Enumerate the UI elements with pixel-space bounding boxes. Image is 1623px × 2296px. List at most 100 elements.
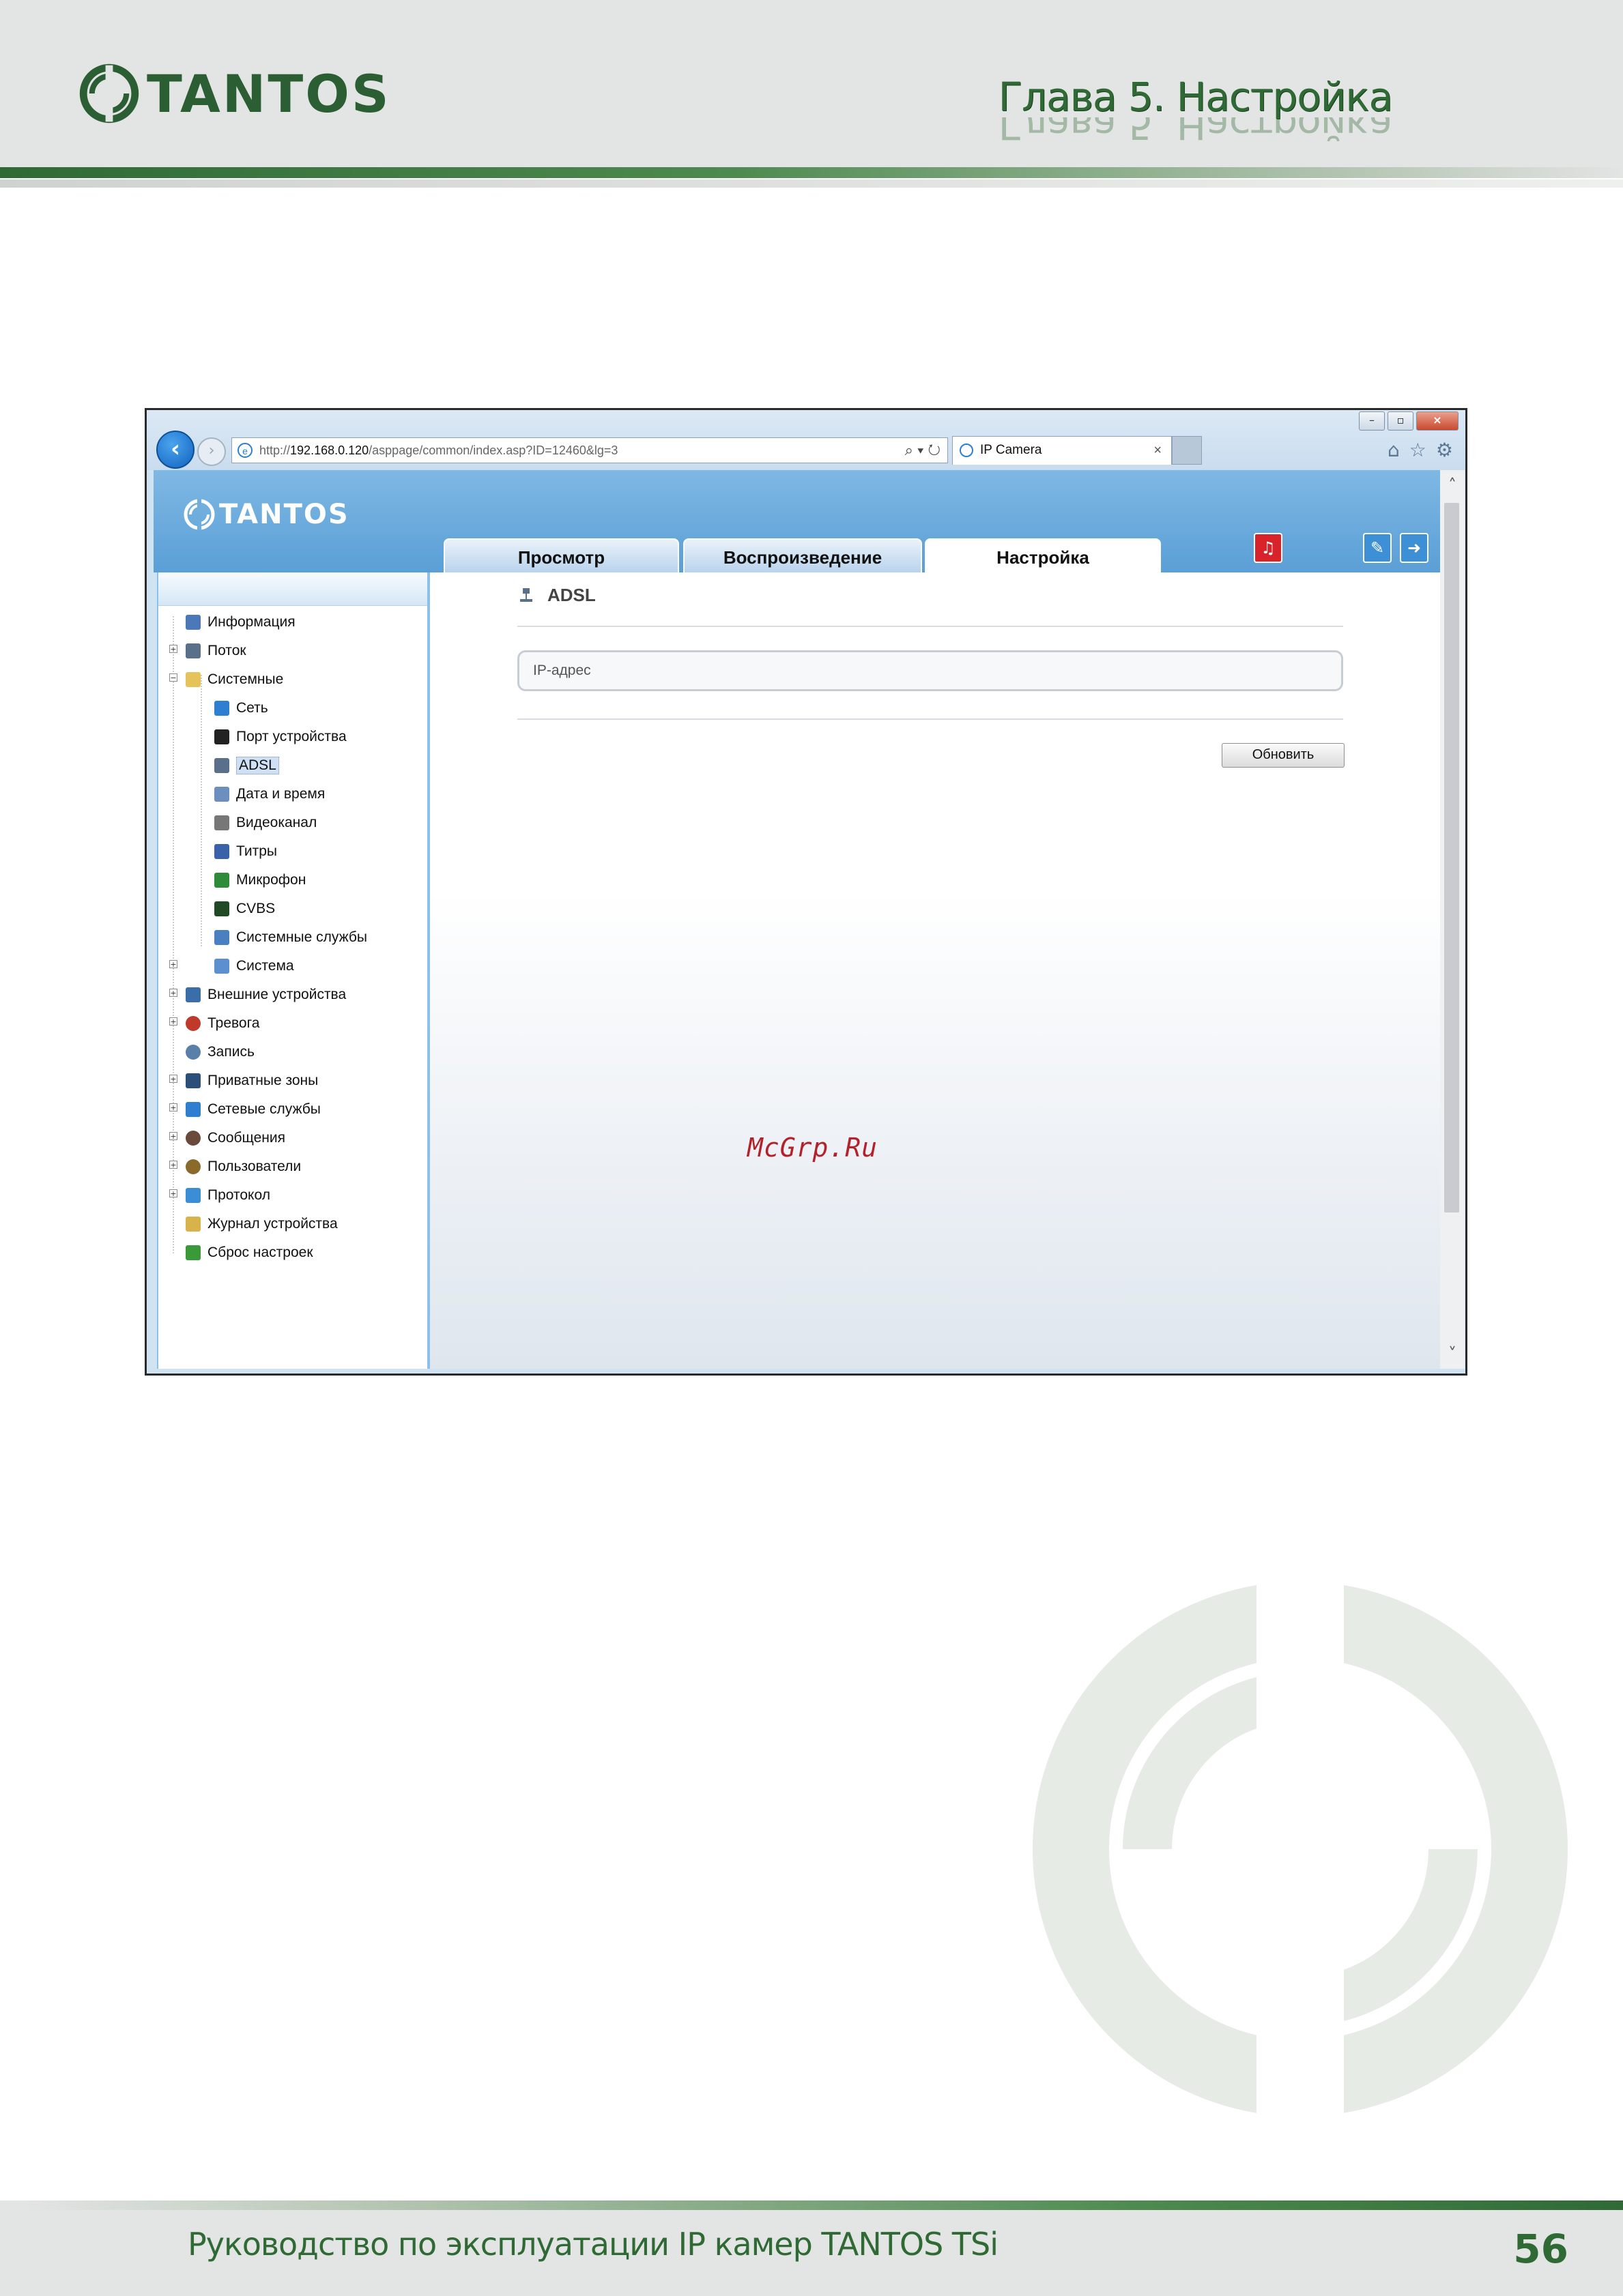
stream-icon [186,643,201,658]
tree-expander[interactable]: + [169,989,177,997]
usb-icon [186,987,201,1002]
settings-tree: + − + + + + + + + + Информация Поток Сис… [157,572,430,1369]
address-bar[interactable]: e http://192.168.0.120/asppage/common/in… [231,437,948,463]
tab-close-icon[interactable]: × [1153,437,1162,464]
tree-item-info[interactable]: Информация [186,612,296,633]
titles-icon [214,844,229,859]
alarm-bell-icon[interactable]: ♫ [1254,533,1282,563]
tab-playback[interactable]: Воспроизведение [683,538,922,572]
ie-page-icon: e [238,443,253,458]
back-arrow-icon[interactable]: ‹ [156,431,195,469]
page-number: 56 [1513,2226,1568,2272]
tree-item-videochannel[interactable]: Видеоканал [214,813,317,833]
lock-icon[interactable]: ✎ [1363,533,1392,563]
home-icon[interactable]: ⌂ [1388,439,1400,461]
tree-expander[interactable]: + [169,1103,177,1111]
tree-item-privacy-zones[interactable]: Приватные зоны [186,1071,318,1091]
forward-arrow-icon[interactable]: › [197,437,226,466]
scroll-thumb[interactable] [1444,503,1459,1212]
settings-gear-icon[interactable]: ⚙ [1436,439,1453,461]
tree-item-record[interactable]: Запись [186,1042,255,1062]
tree-expander[interactable]: + [169,1132,177,1140]
privacy-icon [186,1073,201,1088]
chapter-title: Глава 5. Настройка [998,74,1393,120]
tree-expander[interactable]: + [169,1017,177,1026]
scroll-up-icon[interactable]: ˄ [1440,476,1465,495]
settings-content: ADSL IP-адрес Обновить [430,572,1440,1369]
section-title: ADSL [517,585,596,606]
camera-ui-header: TANTOS Просмотр Воспроизведение Настройк… [154,470,1450,572]
tree-item-external-devices[interactable]: Внешние устройства [186,985,346,1005]
header-rule-shadow [0,179,1623,188]
new-tab-button[interactable] [1172,436,1202,465]
tree-item-system-group[interactable]: Системные [186,669,283,690]
camera-ui-logo: TANTOS [182,497,349,532]
log-icon [186,1217,201,1232]
tree-item-system-services[interactable]: Системные службы [214,927,367,948]
tree-expander[interactable]: + [169,960,177,968]
browser-window: – ▫ × ‹ › e http://192.168.0.120/asppage… [145,408,1467,1376]
tree-expander[interactable]: + [169,1075,177,1083]
camera-brand-name: TANTOS [219,499,349,530]
tree-expander[interactable]: + [169,1189,177,1197]
tree-expander[interactable]: + [169,645,177,653]
tree-item-microphone[interactable]: Микрофон [214,870,306,890]
users-icon [186,1159,201,1174]
browser-tools: ⌂ ☆ ⚙ [1388,439,1453,461]
browser-chrome: – ▫ × ‹ › e http://192.168.0.120/asppage… [147,410,1465,470]
microphone-icon [214,873,229,888]
adsl-icon [520,587,532,602]
tree-item-datetime[interactable]: Дата и время [214,784,325,804]
tree-item-system[interactable]: Система [214,956,294,976]
tab-ie-icon [960,444,973,457]
tantos-watermark-logo-icon [1033,1576,1568,2122]
divider [517,626,1343,627]
tantos-logo-icon [79,63,139,123]
reset-icon [186,1245,201,1260]
brand-name: TANTOS [147,63,391,124]
messages-icon [186,1131,201,1146]
network-icon [214,701,229,716]
browser-tab[interactable]: IP Camera × [952,436,1172,465]
tree-item-factory-reset[interactable]: Сброс настроек [186,1243,313,1263]
search-refresh-icon[interactable]: ⌕ ▾ ↻ [905,438,940,463]
tree-item-stream[interactable]: Поток [186,641,246,661]
divider [517,718,1343,720]
clock-icon [214,787,229,802]
adsl-icon [214,758,229,773]
tree-item-messages[interactable]: Сообщения [186,1128,285,1148]
tree-item-titles[interactable]: Титры [214,841,277,862]
tree-item-protocol[interactable]: Протокол [186,1185,270,1206]
tree-expander[interactable]: + [169,1161,177,1169]
protocol-icon [186,1188,201,1203]
tab-view[interactable]: Просмотр [444,538,679,572]
tree-item-device-port[interactable]: Порт устройства [214,727,347,747]
header-rule [0,167,1623,178]
footer-title: Руководство по эксплуатации IP камер TAN… [188,2226,999,2263]
window-controls: – ▫ × [1359,411,1459,431]
scrollbar[interactable]: ˄ ˅ [1440,470,1465,1369]
tree-item-users[interactable]: Пользователи [186,1157,301,1177]
alarm-icon [186,1016,201,1031]
close-window-button[interactable]: × [1416,411,1459,431]
restore-button[interactable]: ▫ [1388,411,1413,431]
folder-icon [186,672,201,687]
update-button[interactable]: Обновить [1222,743,1345,768]
tree-expander[interactable]: − [169,673,177,682]
minimize-button[interactable]: – [1359,411,1385,431]
tab-settings[interactable]: Настройка [925,538,1161,572]
ip-address-field[interactable]: IP-адрес [517,650,1343,691]
logout-icon[interactable]: ➜ [1400,533,1428,563]
scroll-down-icon[interactable]: ˅ [1440,1344,1465,1363]
brand-logo: TANTOS [78,63,391,124]
favorites-star-icon[interactable]: ☆ [1409,439,1426,461]
tree-item-network-services[interactable]: Сетевые службы [186,1099,321,1120]
tree-item-network[interactable]: Сеть [214,698,268,718]
tree-item-alarm[interactable]: Тревога [186,1013,259,1034]
services-icon [214,930,229,945]
tab-title: IP Camera [980,443,1042,457]
tantos-logo-icon [184,499,215,530]
tree-item-device-log[interactable]: Журнал устройства [186,1214,338,1234]
tree-item-adsl[interactable]: ADSL [214,755,279,776]
tree-item-cvbs[interactable]: CVBS [214,899,275,919]
